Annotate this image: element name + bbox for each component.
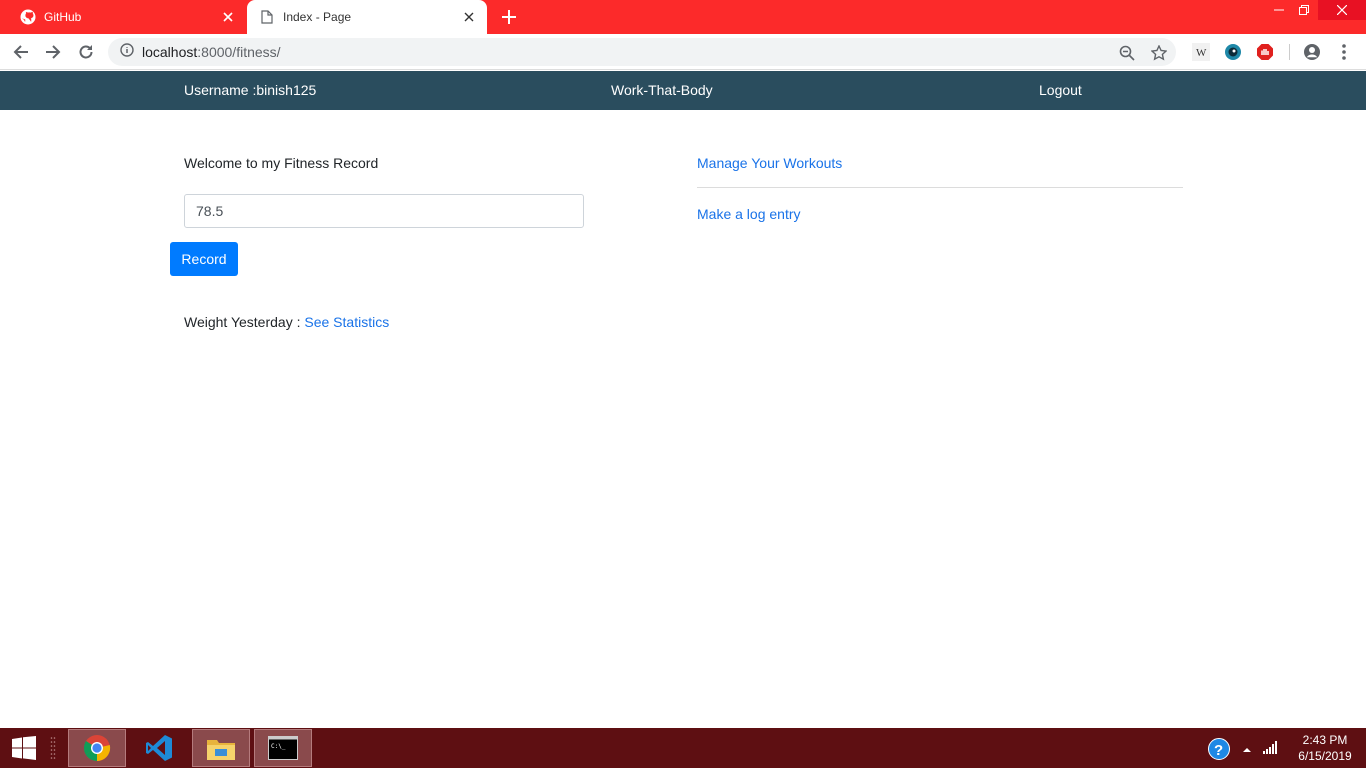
- address-bar[interactable]: localhost:8000/fitness/: [108, 38, 1176, 66]
- wikipedia-extension-icon[interactable]: W: [1192, 43, 1210, 61]
- svg-text:C:\_: C:\_: [271, 743, 286, 750]
- welcome-text: Welcome to my Fitness Record: [184, 155, 379, 171]
- new-tab-button[interactable]: [499, 7, 519, 27]
- info-icon[interactable]: [120, 42, 134, 62]
- weight-yesterday-label: Weight Yesterday :: [184, 314, 301, 330]
- log-entry-link[interactable]: Make a log entry: [697, 206, 801, 222]
- vscode-icon[interactable]: [130, 729, 188, 767]
- clock-time: 2:43 PM: [1302, 733, 1348, 747]
- system-clock[interactable]: 2:43 PM 6/15/2019: [1290, 732, 1360, 764]
- chevron-up-icon[interactable]: [1242, 742, 1252, 752]
- tab-index-page[interactable]: Index - Page: [247, 0, 487, 34]
- url-path: :8000/fitness/: [197, 44, 281, 60]
- close-tab-icon[interactable]: [461, 9, 477, 25]
- logout-link[interactable]: Logout: [1039, 82, 1082, 98]
- svg-text:?: ?: [1214, 742, 1223, 759]
- close-tab-icon[interactable]: [220, 9, 236, 25]
- divider: [697, 187, 1183, 188]
- chrome-icon[interactable]: [68, 729, 126, 767]
- task-view-grip[interactable]: [50, 736, 56, 762]
- github-icon: [20, 9, 36, 25]
- url-host: localhost: [142, 44, 198, 60]
- url-text: localhost:8000/fitness/: [142, 44, 281, 60]
- browser-toolbar: localhost:8000/fitness/ W: [0, 34, 1366, 70]
- svg-text:W: W: [1196, 47, 1207, 59]
- network-signal-icon[interactable]: [1263, 740, 1279, 754]
- username-label: Username :binish125: [184, 82, 317, 98]
- minimize-window-button[interactable]: [1268, 0, 1290, 20]
- eye-extension-icon[interactable]: [1224, 43, 1242, 61]
- file-explorer-icon[interactable]: [192, 729, 250, 767]
- back-button[interactable]: [9, 40, 33, 64]
- windows-start-icon[interactable]: [10, 736, 38, 760]
- reload-button[interactable]: [74, 40, 98, 64]
- close-window-button[interactable]: [1318, 0, 1366, 20]
- manage-workouts-link[interactable]: Manage Your Workouts: [697, 155, 842, 171]
- tab-title: Index - Page: [283, 10, 352, 24]
- zoom-icon[interactable]: [1118, 44, 1136, 62]
- record-button[interactable]: Record: [170, 242, 238, 276]
- weight-input[interactable]: [184, 194, 584, 228]
- windows-taskbar: C:\_ ? 2:43 PM 6/15/2019: [0, 728, 1366, 768]
- browser-tab-strip: GitHub Index - Page: [0, 0, 1366, 34]
- site-navbar: Username :binish125 Work-That-Body Logou…: [0, 71, 1366, 110]
- tab-title: GitHub: [44, 10, 82, 24]
- clock-date: 6/15/2019: [1298, 749, 1352, 763]
- site-brand[interactable]: Work-That-Body: [611, 82, 713, 98]
- help-icon[interactable]: ?: [1208, 738, 1230, 760]
- forward-button[interactable]: [41, 40, 65, 64]
- command-prompt-icon[interactable]: C:\_: [254, 729, 312, 767]
- see-statistics-link[interactable]: See Statistics: [304, 314, 389, 330]
- profile-icon[interactable]: [1303, 43, 1321, 61]
- adblock-extension-icon[interactable]: [1256, 43, 1274, 61]
- page-content: Welcome to my Fitness Record Record Weig…: [0, 110, 1366, 728]
- menu-dots-icon[interactable]: [1335, 43, 1353, 61]
- page-icon: [259, 9, 275, 25]
- restore-window-button[interactable]: [1293, 0, 1315, 20]
- bookmark-star-icon[interactable]: [1150, 44, 1168, 62]
- toolbar-divider: [1289, 44, 1290, 60]
- tab-github[interactable]: GitHub: [0, 0, 246, 34]
- weight-yesterday-row: Weight Yesterday : See Statistics: [184, 314, 389, 330]
